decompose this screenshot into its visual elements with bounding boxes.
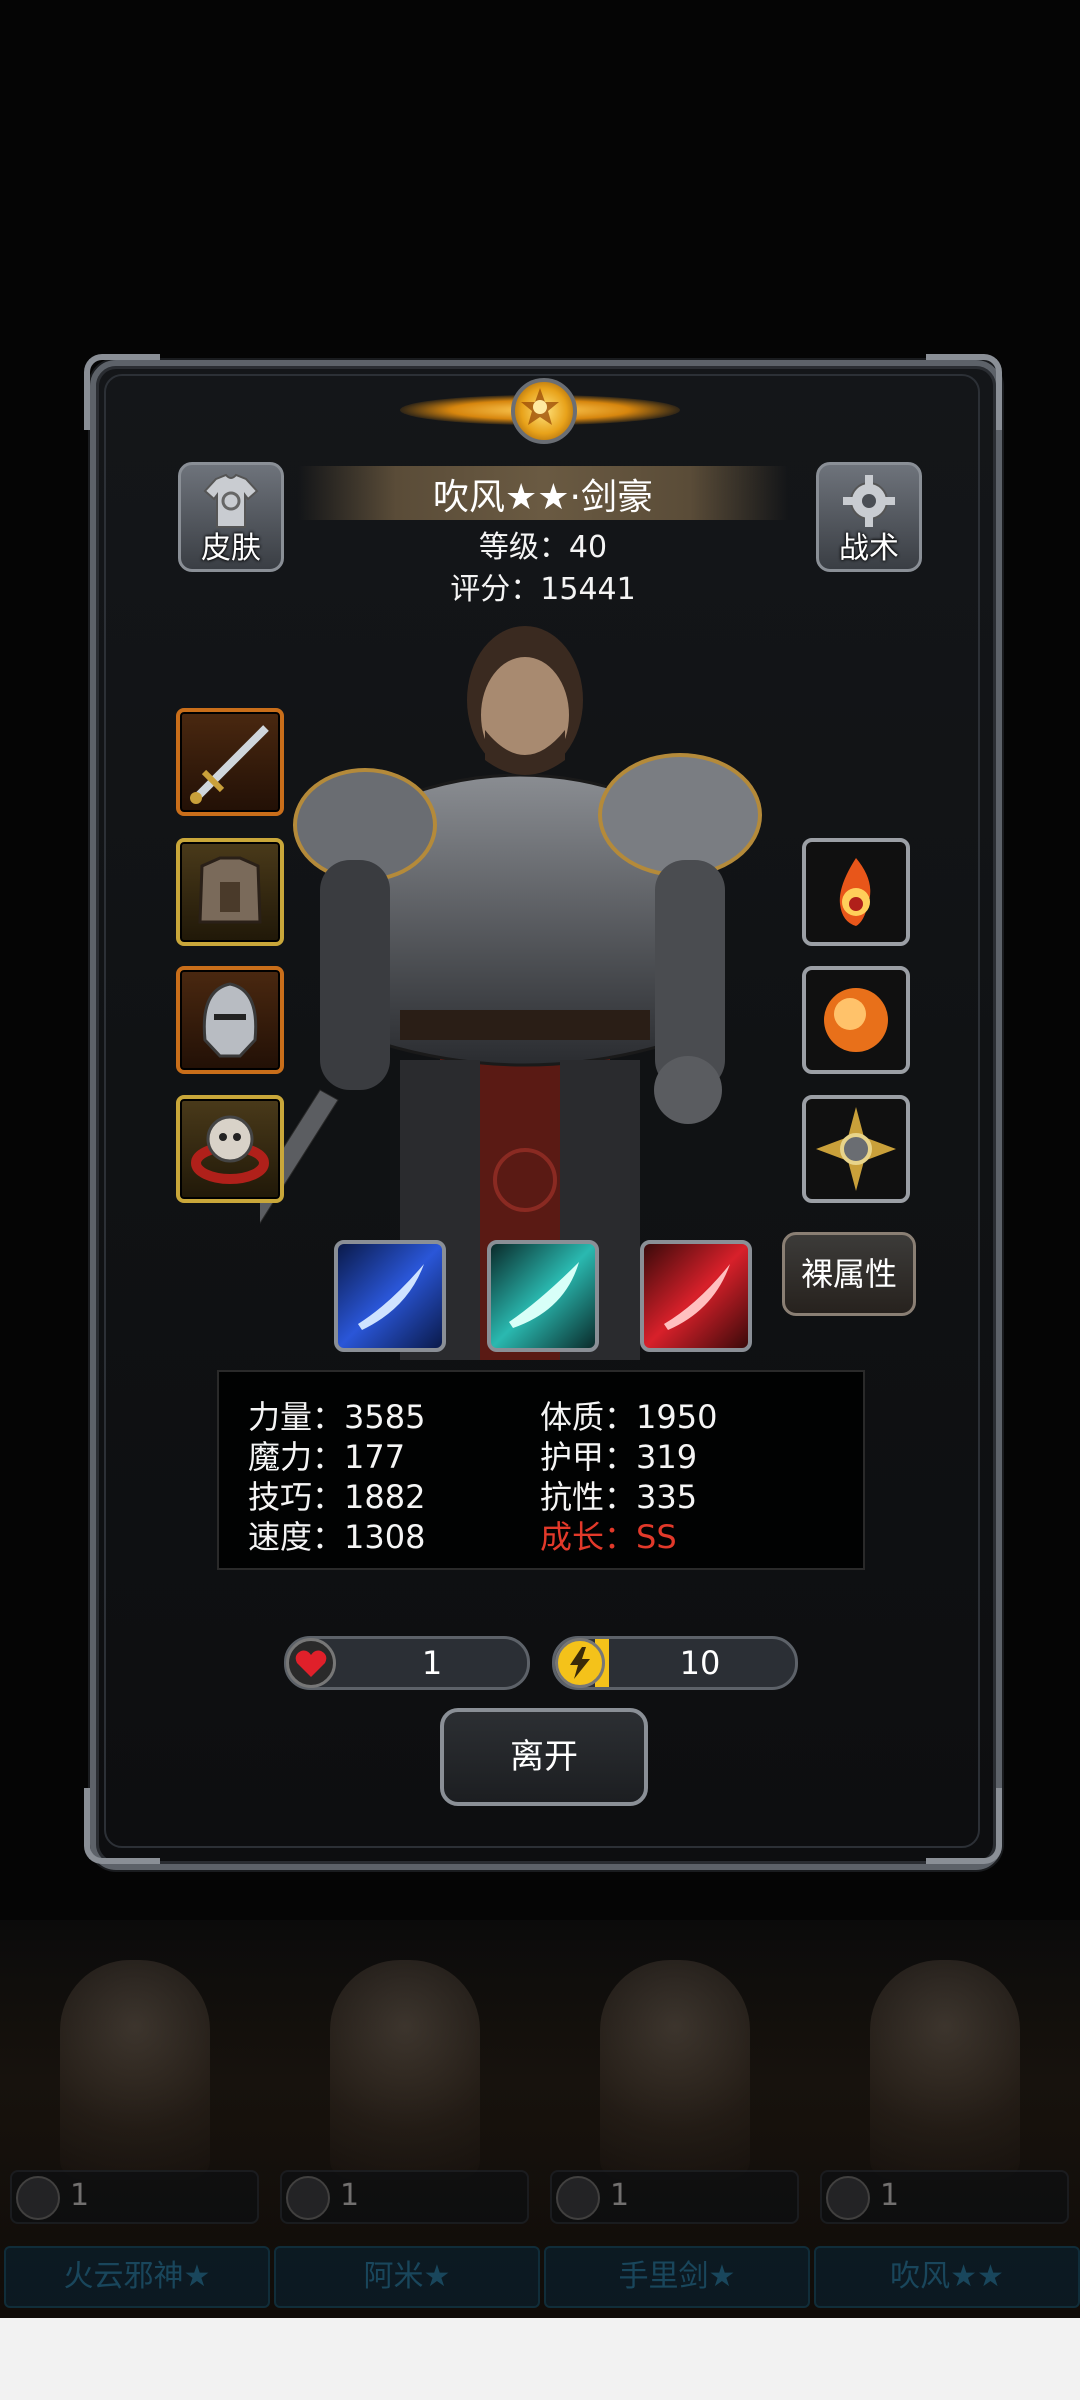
skin-button[interactable]: 皮肤 (178, 462, 284, 572)
tactics-button[interactable]: 战术 (816, 462, 922, 572)
roster-count-bar: 1 (550, 2170, 799, 2224)
energy-value: 10 (679, 1644, 721, 1682)
roster-name-tab[interactable]: 手里剑★ (544, 2246, 810, 2308)
roster-hero-portrait (0, 1940, 270, 2190)
blue-slash-icon (358, 1264, 424, 1330)
hearts-value: 1 (421, 1644, 443, 1682)
red-slash-icon (664, 1264, 730, 1330)
equip-slot-helmet[interactable] (176, 966, 284, 1074)
fire-orb-icon (824, 988, 888, 1052)
equip-slot-weapon[interactable] (176, 708, 284, 816)
lightning-icon (555, 1638, 605, 1688)
sun-amulet-icon (816, 1107, 896, 1191)
hero-score: 评分：15441 (450, 572, 636, 607)
stat-speed: 速度：1308 (248, 1518, 426, 1556)
roster-hero-portrait (540, 1940, 810, 2190)
skill-slot-3[interactable] (640, 1240, 752, 1352)
equip-slot-rune-1[interactable] (802, 838, 910, 946)
crest-emblem-icon (511, 378, 577, 444)
naked-attributes-button[interactable]: 裸属性 (782, 1232, 916, 1316)
hero-name: 吹风★★·剑豪 (433, 477, 653, 518)
roster-hero-portrait (810, 1940, 1080, 2190)
shirt-icon (203, 473, 259, 528)
equip-slot-ring[interactable] (176, 1095, 284, 1203)
ring-icon (191, 1115, 269, 1184)
roster-hero-portrait (270, 1940, 540, 2190)
heart-icon (286, 1638, 336, 1688)
hero-level: 等级：40 (478, 530, 608, 565)
system-nav-area (0, 2318, 1080, 2400)
roster-name-tab[interactable]: 火云邪神★ (4, 2246, 270, 2308)
leave-button[interactable]: 离开 (440, 1708, 648, 1806)
skill-slot-2[interactable] (487, 1240, 599, 1352)
frame-corner-ornament (926, 1788, 1002, 1864)
skill-slot-1[interactable] (334, 1240, 446, 1352)
stat-growth: 成长：SS (540, 1518, 677, 1556)
equip-slot-armor[interactable] (176, 838, 284, 946)
roster-name-tab[interactable]: 吹风★★ (814, 2246, 1080, 2308)
cyan-slash-icon (509, 1262, 579, 1328)
equip-slot-rune-3[interactable] (802, 1095, 910, 1203)
helmet-icon (202, 982, 258, 1058)
sword-icon (190, 725, 269, 804)
tactics-label: 战术 (839, 531, 899, 566)
roster-name-tab[interactable]: 阿米★ (274, 2246, 540, 2308)
frame-corner-ornament (926, 354, 1002, 430)
skin-label: 皮肤 (201, 531, 261, 566)
frame-corner-ornament (84, 1788, 160, 1864)
armor-icon (198, 856, 262, 924)
roster-count-bar: 1 (820, 2170, 1069, 2224)
gear-icon (843, 475, 895, 527)
fire-rune-icon (839, 858, 871, 926)
frame-corner-ornament (84, 354, 160, 430)
equip-slot-rune-2[interactable] (802, 966, 910, 1074)
roster-count-bar: 1 (280, 2170, 529, 2224)
roster-count-bar: 1 (10, 2170, 259, 2224)
